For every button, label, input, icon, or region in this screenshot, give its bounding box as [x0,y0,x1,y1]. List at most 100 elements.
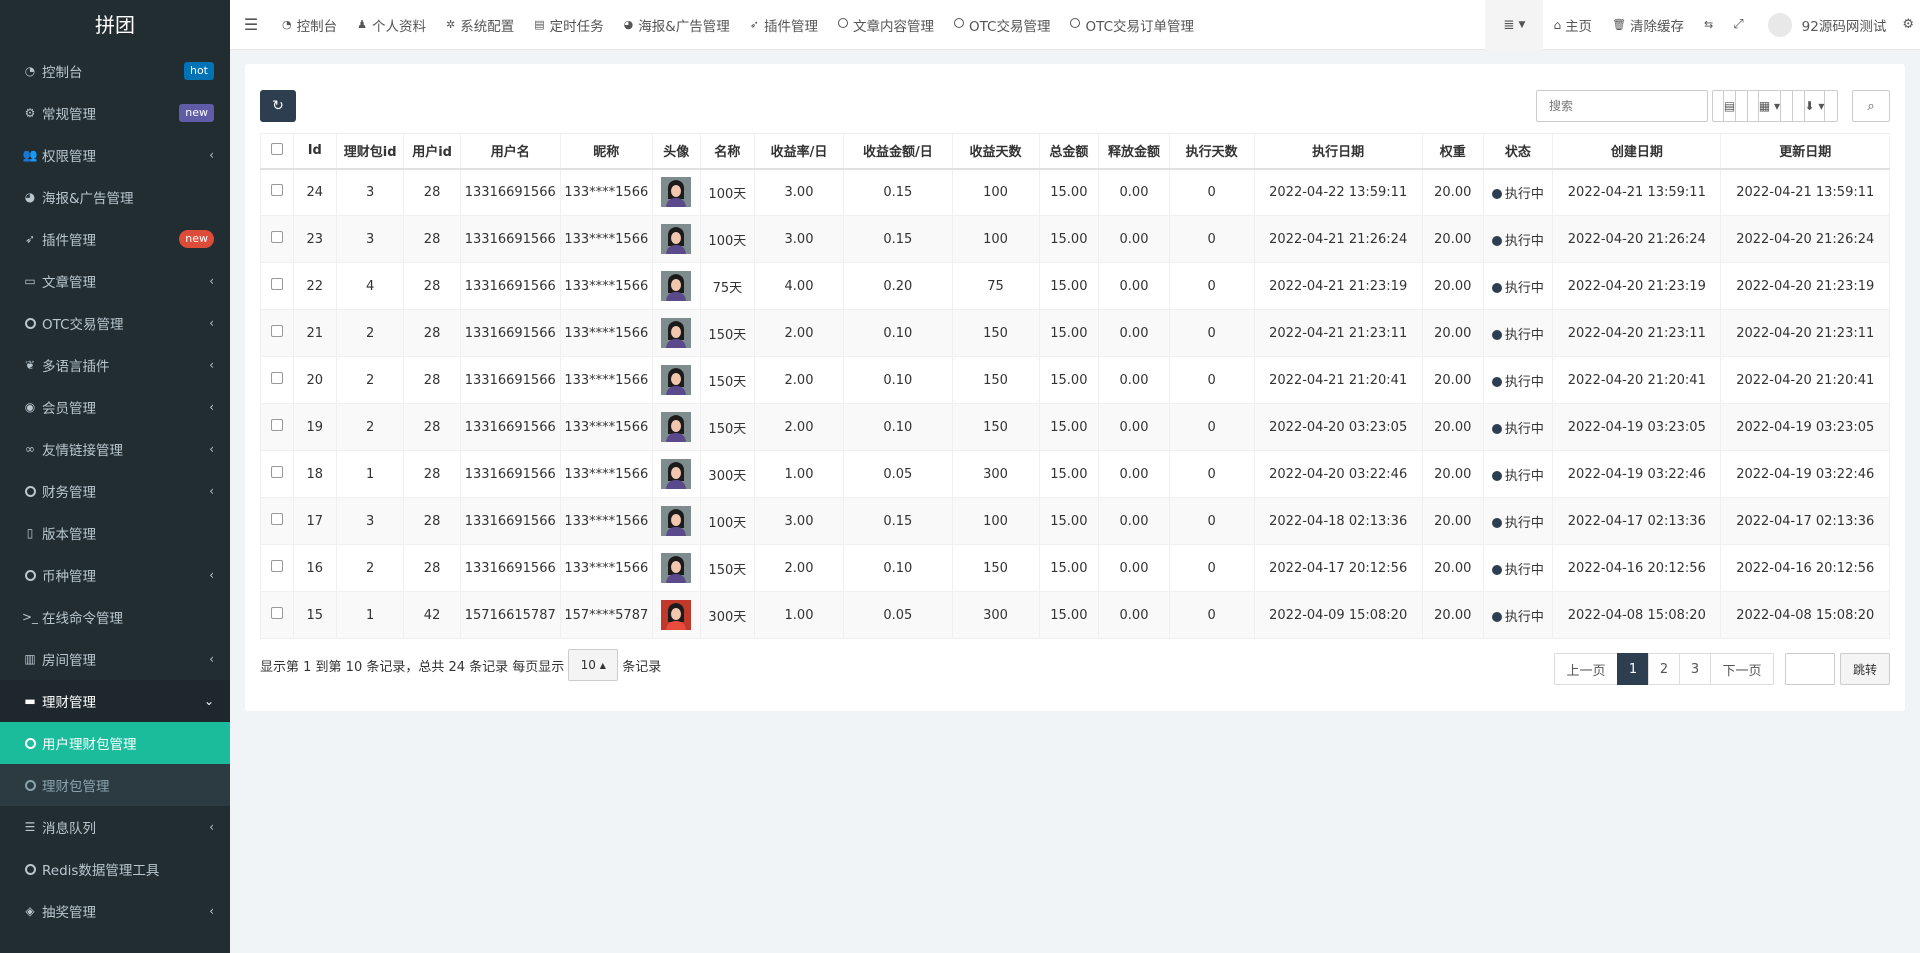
sidebar-item[interactable]: ▥ 房间管理 ‹ [0,638,230,680]
table-row[interactable]: 16 2 28 13316691566 133****1566 150天 2.00 0.10 1… [260,544,1890,592]
nav-tab[interactable]: ◔ 控制台 [272,0,347,50]
clear-cache-button[interactable]: 🗑 清除缓存 [1602,0,1694,50]
next-page-button[interactable]: 下一页 [1710,653,1774,685]
column-header[interactable]: Id [292,133,338,170]
sidebar-item[interactable]: ☰ 消息队列 ‹ [0,806,230,848]
export-dropdown-button[interactable]: ⬇ ▾ [1792,90,1838,122]
sidebar-item[interactable]: ◉ 会员管理 ‹ [0,386,230,428]
status-cell: 执行中 [1482,450,1554,498]
sidebar-item[interactable]: ▬ 理财管理 ⌄ [0,680,230,722]
sidebar-item[interactable]: 币种管理 ‹ [0,554,230,596]
sidebar-item[interactable]: ❦ 多语言插件 ‹ [0,344,230,386]
table-cell: 18 [292,450,338,498]
column-header[interactable]: 权重 [1421,133,1484,170]
jump-page-input[interactable] [1785,653,1835,685]
sidebar-item[interactable]: 👥 权限管理 ‹ [0,134,230,176]
translate-button[interactable]: ⇆ [1694,0,1723,50]
row-checkbox[interactable] [270,184,283,197]
row-checkbox[interactable] [270,607,283,619]
advanced-search-button[interactable]: ⌕ [1852,90,1890,122]
sidebar-item[interactable]: 财务管理 ‹ [0,470,230,512]
sidebar-item[interactable]: OTC交易管理 ‹ [0,302,230,344]
table-row[interactable]: 20 2 28 13316691566 133****1566 150天 2.00 0.10 1… [260,356,1890,404]
nav-tab[interactable]: ✲ 系统配置 [436,0,524,50]
nav-tab[interactable]: 文章内容管理 [828,0,944,50]
column-header[interactable]: 收益率/日 [753,133,845,170]
menu-toggle-icon[interactable]: ☰ [230,15,272,34]
toggle-view-button[interactable]: ▤ [1712,90,1748,122]
select-all-checkbox[interactable] [270,142,283,155]
nav-tab[interactable]: OTC交易订单管理 [1060,0,1204,50]
column-header[interactable]: 昵称 [559,133,653,170]
sidebar-item[interactable]: ◔ 控制台 hot [0,50,230,92]
column-header[interactable]: 理财包id [336,133,405,170]
sidebar-item[interactable]: ◈ 抽奖管理 ‹ [0,890,230,932]
table-row[interactable]: 18 1 28 13316691566 133****1566 300天 1.00 0.05 3… [260,450,1890,498]
row-checkbox[interactable] [270,560,283,572]
column-header[interactable]: 执行天数 [1168,133,1255,170]
columns-dropdown-button[interactable]: ▦ ▾ [1747,90,1793,122]
nav-tab[interactable]: ➶ 插件管理 [740,0,828,50]
page-button[interactable]: 3 [1679,653,1711,685]
sidebar-item[interactable]: ⚙ 常规管理 new [0,92,230,134]
row-checkbox[interactable] [270,419,283,431]
settings-button[interactable]: ⚙ [1896,0,1920,50]
column-header[interactable]: 执行日期 [1253,133,1423,170]
sidebar-item-label: 控制台 [42,65,83,81]
sidebar-item[interactable]: >_ 在线命令管理 [0,596,230,638]
brand-logo[interactable]: 拼团 [0,0,230,50]
sidebar-item[interactable]: 用户理财包管理 [0,722,230,764]
sidebar-item[interactable]: ◕ 海报&广告管理 [0,176,230,218]
row-checkbox[interactable] [270,372,283,384]
page-button[interactable]: 2 [1648,653,1680,685]
nav-tab[interactable]: OTC交易管理 [944,0,1061,50]
user-menu[interactable]: 92源码网测试 [1754,0,1897,50]
table-row[interactable]: 21 2 28 13316691566 133****1566 150天 2.00 0.10 1… [260,309,1890,357]
fullscreen-button[interactable]: ⤢ [1723,0,1753,50]
row-checkbox[interactable] [270,325,283,337]
column-header[interactable]: 收益金额/日 [843,133,953,170]
jump-button[interactable]: 跳转 [1840,653,1890,685]
table-cell: 2022-04-16 20:12:56 [1720,544,1890,592]
table-row[interactable]: 15 1 42 15716615787 157****5787 300天 1.00 0.05 3… [260,591,1890,639]
table-row[interactable]: 24 3 28 13316691566 133****1566 100天 3.00 0.15 1… [260,168,1890,216]
refresh-button[interactable]: ↻ [260,90,296,122]
sidebar-item[interactable]: ➶ 插件管理 new [0,218,230,260]
nav-tab[interactable]: ♟ 个人资料 [347,0,436,50]
table-cell: 150天 [699,544,755,592]
column-header[interactable]: 头像 [651,133,701,170]
sidebar-item[interactable]: Redis数据管理工具 [0,848,230,890]
row-checkbox[interactable] [270,513,283,525]
row-checkbox[interactable] [270,231,283,243]
nav-tab[interactable]: ◕ 海报&广告管理 [614,0,740,50]
sidebar-item[interactable]: ▭ 文章管理 ‹ [0,260,230,302]
column-header[interactable]: 释放金额 [1098,133,1170,170]
table-row[interactable]: 22 4 28 13316691566 133****1566 75天 4.00 0.20 75… [260,262,1890,310]
column-header[interactable]: 用户id [403,133,461,170]
table-row[interactable]: 17 3 28 13316691566 133****1566 100天 3.00 0.15 1… [260,497,1890,545]
row-checkbox[interactable] [270,278,283,290]
status-text: 执行中 [1504,327,1544,343]
column-header[interactable]: 创建日期 [1552,133,1722,170]
nav-dropdown-button[interactable]: ≣ ▼ [1485,0,1544,50]
prev-page-button[interactable]: 上一页 [1554,653,1618,685]
sidebar-item[interactable]: ∞ 友情链接管理 ‹ [0,428,230,470]
column-header[interactable]: 用户名 [459,133,561,170]
row-checkbox[interactable] [270,466,283,478]
nav-tab[interactable]: ▤ 定时任务 [524,0,613,50]
page-size-select[interactable]: 10 ▲ [568,649,619,681]
sidebar-item[interactable]: 理财包管理 [0,764,230,806]
column-header[interactable]: 状态 [1482,133,1554,170]
page-button[interactable]: 1 [1617,653,1649,685]
status-text: 执行中 [1504,280,1544,296]
column-header[interactable]: 更新日期 [1720,133,1890,170]
column-header[interactable]: 收益天数 [951,133,1040,170]
home-link[interactable]: ⌂ 主页 [1543,0,1602,50]
search-input[interactable] [1536,90,1708,122]
table-row[interactable]: 23 3 28 13316691566 133****1566 100天 3.00 0.15 1… [260,215,1890,263]
column-header[interactable]: 名称 [699,133,755,170]
column-header[interactable]: 总金额 [1038,133,1100,170]
table-cell: 2022-04-17 20:12:56 [1253,544,1423,592]
sidebar-item[interactable]: ▯ 版本管理 [0,512,230,554]
table-row[interactable]: 19 2 28 13316691566 133****1566 150天 2.00 0.10 1… [260,403,1890,451]
